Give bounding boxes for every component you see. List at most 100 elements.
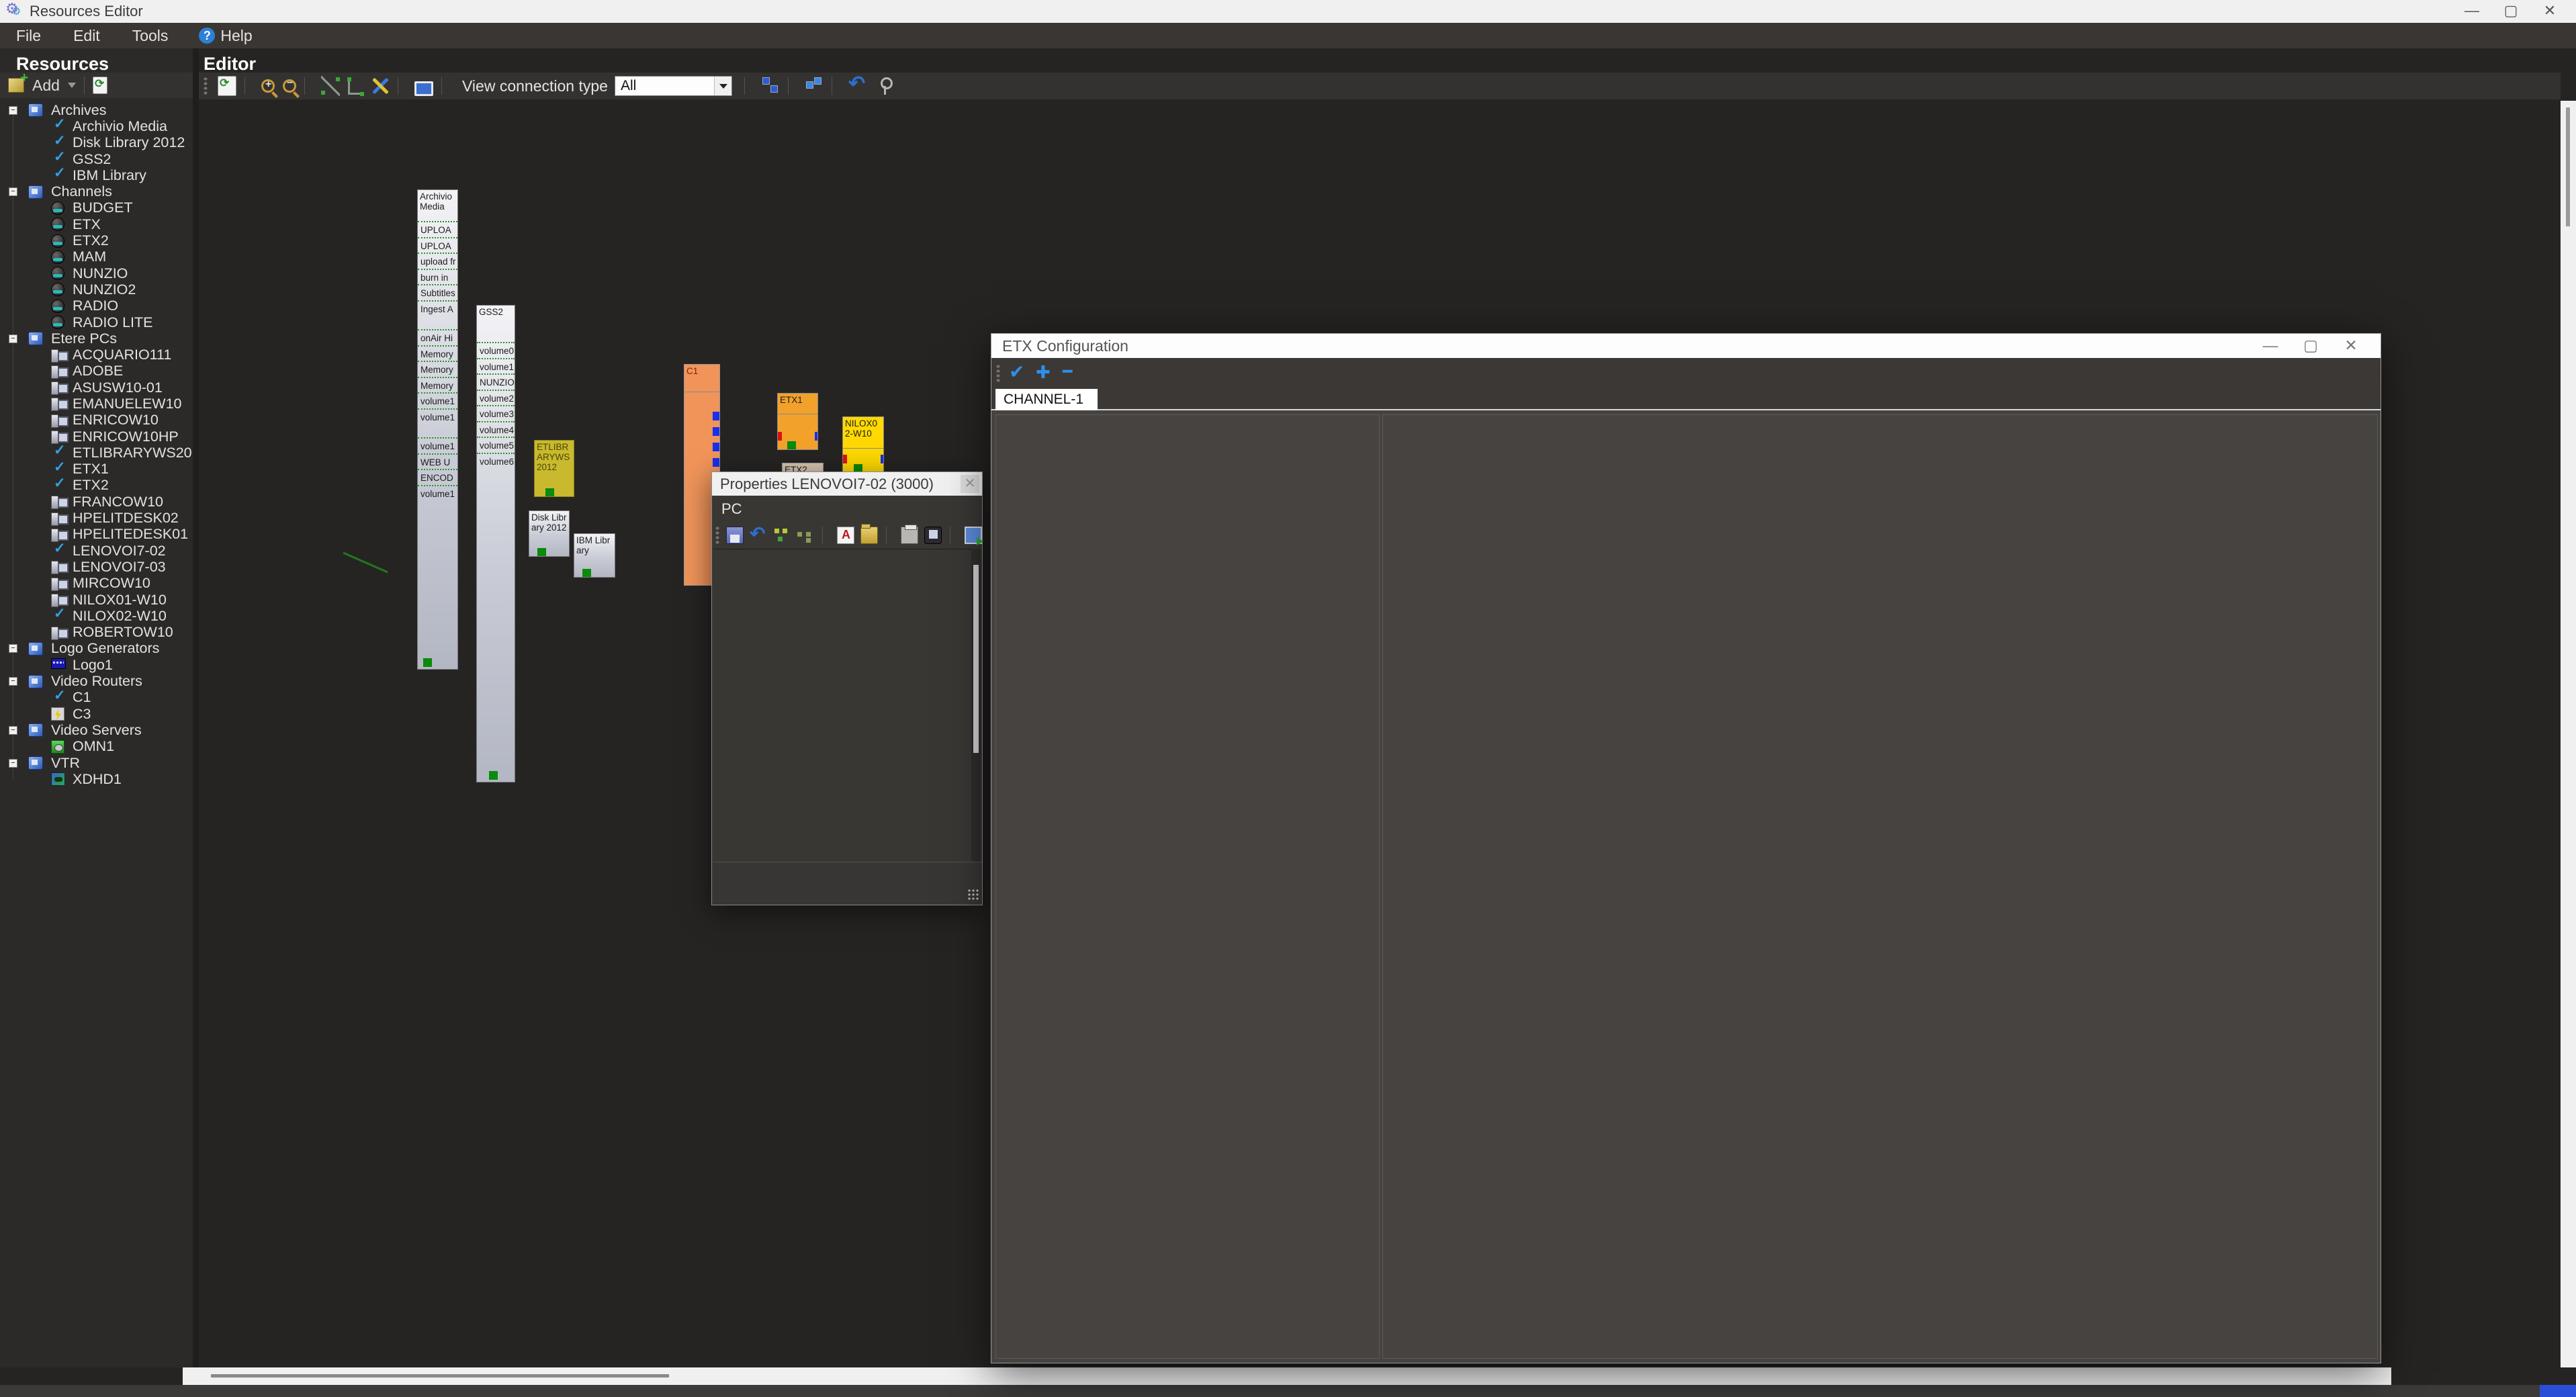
connector-pin-blue[interactable] — [713, 443, 720, 451]
tree-item-etx1[interactable]: ETX1 — [0, 461, 193, 478]
connector-pin-red[interactable] — [842, 455, 847, 463]
connector-pin-green[interactable] — [545, 488, 554, 497]
tree-item-nilox01-w10[interactable]: NILOX01-W10 — [0, 592, 193, 608]
zoom-in-icon[interactable] — [261, 79, 275, 93]
canvas-node-archivio[interactable]: Archivio MediaUPLOAUPLOAupload frburn in… — [417, 189, 458, 670]
zoom-out-icon[interactable] — [283, 79, 296, 93]
tree-item-etlibraryws2012[interactable]: ETLIBRARYWS2012 — [0, 445, 193, 461]
tree-item-mam[interactable]: MAM — [0, 249, 193, 265]
vertical-scrollbar[interactable] — [2561, 101, 2576, 1367]
tree-item-robertow10[interactable]: ROBERTOW10 — [0, 625, 193, 641]
tree-item-video-servers[interactable]: −Video Servers — [0, 722, 193, 738]
connector-pin-blue[interactable] — [713, 412, 720, 420]
collapse-toggle-icon[interactable]: − — [9, 106, 17, 115]
refresh-page-icon[interactable] — [218, 76, 236, 96]
tree-item-disk-library-2012[interactable]: Disk Library 2012 — [0, 135, 193, 151]
add-resource-icon[interactable] — [8, 78, 24, 93]
canvas-node-etlibr[interactable]: ETLIBRARYWS2012 — [534, 440, 574, 497]
org-chart-icon[interactable] — [773, 527, 791, 544]
minimize-button[interactable]: — — [2452, 0, 2491, 23]
node-row[interactable]: volume1 — [418, 485, 457, 501]
collapse-toggle-icon[interactable]: − — [9, 334, 17, 343]
tree-item-omn1[interactable]: OMN1 — [0, 739, 193, 755]
tree-item-ibm-library[interactable]: IBM Library — [0, 167, 193, 183]
folder-settings-icon[interactable] — [860, 527, 878, 544]
connector-pin-green[interactable] — [582, 569, 591, 578]
node-row[interactable]: Subtitles — [418, 284, 457, 300]
tree-item-asusw10-01[interactable]: ASUSW10-01 — [0, 379, 193, 396]
tree-item-logo-generators[interactable]: −Logo Generators — [0, 641, 193, 657]
node-row[interactable] — [418, 316, 457, 329]
tree-item-radio-lite[interactable]: RADIO LITE — [0, 314, 193, 330]
filter-key-icon[interactable] — [875, 76, 894, 96]
refresh-icon[interactable] — [93, 77, 107, 94]
mobile-device-icon[interactable] — [924, 527, 942, 544]
menu-item-tools[interactable]: Tools — [116, 27, 185, 45]
connector-pin-green[interactable] — [787, 441, 796, 450]
tree-item-vtr[interactable]: −VTR — [0, 755, 193, 771]
connector-pin-blue[interactable] — [815, 432, 818, 441]
computer-export-icon[interactable] — [965, 527, 982, 544]
properties-close-icon[interactable]: ✕ — [961, 475, 979, 493]
dialog-close-button[interactable]: ✕ — [2331, 334, 2371, 358]
connection-type-select[interactable]: All — [615, 76, 732, 96]
tree-item-archives[interactable]: −Archives — [0, 102, 193, 118]
node-row[interactable]: WEB U — [418, 453, 457, 469]
tree-item-channels[interactable]: −Channels — [0, 183, 193, 199]
apply-check-icon[interactable] — [1009, 363, 1028, 384]
tree-item-radio[interactable]: RADIO — [0, 298, 193, 314]
tree-item-c1[interactable]: C1 — [0, 690, 193, 706]
node-row[interactable]: volume3 — [477, 405, 515, 421]
vertical-scrollbar-thumb[interactable] — [2566, 107, 2570, 226]
tree-item-nunzio[interactable]: NUNZIO — [0, 265, 193, 281]
properties-title-bar[interactable]: Properties LENOVOI7-02 (3000) ✕ — [712, 472, 982, 496]
canvas-node-gss2[interactable]: GSS2volume0volume1NUNZIOvolume2volume3vo… — [476, 305, 515, 782]
tree-item-mircow10[interactable]: MIRCOW10 — [0, 576, 193, 592]
horizontal-scrollbar-thumb[interactable] — [211, 1374, 669, 1378]
node-row[interactable]: volume1 — [418, 392, 457, 408]
node-row[interactable]: UPLOA — [418, 237, 457, 253]
dialog-maximize-button[interactable]: ▢ — [2291, 334, 2331, 358]
resize-grip-icon[interactable] — [967, 889, 979, 901]
node-row[interactable]: UPLOA — [418, 221, 457, 237]
undo-icon[interactable] — [848, 76, 867, 96]
tree-item-acquario111[interactable]: ACQUARIO111 — [0, 347, 193, 363]
node-row[interactable]: volume1 — [418, 437, 457, 453]
connector-pin-green[interactable] — [489, 771, 498, 780]
tree-item-logo1[interactable]: Logo1 — [0, 657, 193, 673]
tree-item-video-routers[interactable]: −Video Routers — [0, 673, 193, 689]
node-row[interactable]: Memory — [418, 377, 457, 393]
close-button[interactable]: ✕ — [2530, 0, 2569, 23]
tree-item-adobe[interactable]: ADOBE — [0, 363, 193, 379]
tree-item-lenovoi7-03[interactable]: LENOVOI7-03 — [0, 559, 193, 575]
connection-straight-icon[interactable] — [321, 76, 340, 96]
printer-icon[interactable] — [901, 527, 918, 544]
tree-item-etere-pcs[interactable]: −Etere PCs — [0, 330, 193, 347]
node-row[interactable]: volume6 — [477, 453, 515, 469]
properties-scrollbar-thumb[interactable] — [973, 565, 979, 753]
maximize-button[interactable]: ▢ — [2491, 0, 2530, 23]
connector-pin-blue[interactable] — [881, 455, 884, 463]
tree-item-hpelitedesk01[interactable]: HPELITEDESK01 — [0, 527, 193, 543]
font-document-icon[interactable] — [837, 527, 854, 544]
node-row[interactable]: volume2 — [477, 390, 515, 406]
add-button[interactable]: Add — [32, 77, 60, 95]
canvas-node-nilox[interactable]: NILOX02-W10 — [842, 416, 884, 473]
node-row[interactable]: NUNZIO — [477, 373, 515, 390]
tree-item-gss2[interactable]: GSS2 — [0, 151, 193, 167]
node-row[interactable] — [418, 424, 457, 437]
canvas-node-ibm[interactable]: IBM Library — [574, 533, 615, 578]
node-row[interactable]: Ingest A — [418, 300, 457, 316]
connector-pin-green[interactable] — [537, 548, 546, 557]
node-row[interactable]: volume5 — [477, 437, 515, 453]
menu-item-edit[interactable]: Edit — [57, 27, 116, 45]
properties-scrollbar[interactable] — [971, 549, 981, 862]
node-row[interactable]: volume4 — [477, 421, 515, 437]
node-row[interactable]: ENCOD — [418, 469, 457, 485]
tree-item-enricow10hp[interactable]: ENRICOW10HP — [0, 429, 193, 445]
tree-item-nilox02-w10[interactable]: NILOX02-W10 — [0, 608, 193, 624]
tree-item-emanuelew10[interactable]: EMANUELEW10 — [0, 396, 193, 412]
node-row[interactable]: onAir Hi — [418, 329, 457, 345]
connector-pin-blue[interactable] — [713, 427, 720, 436]
undo-icon[interactable] — [750, 527, 767, 544]
